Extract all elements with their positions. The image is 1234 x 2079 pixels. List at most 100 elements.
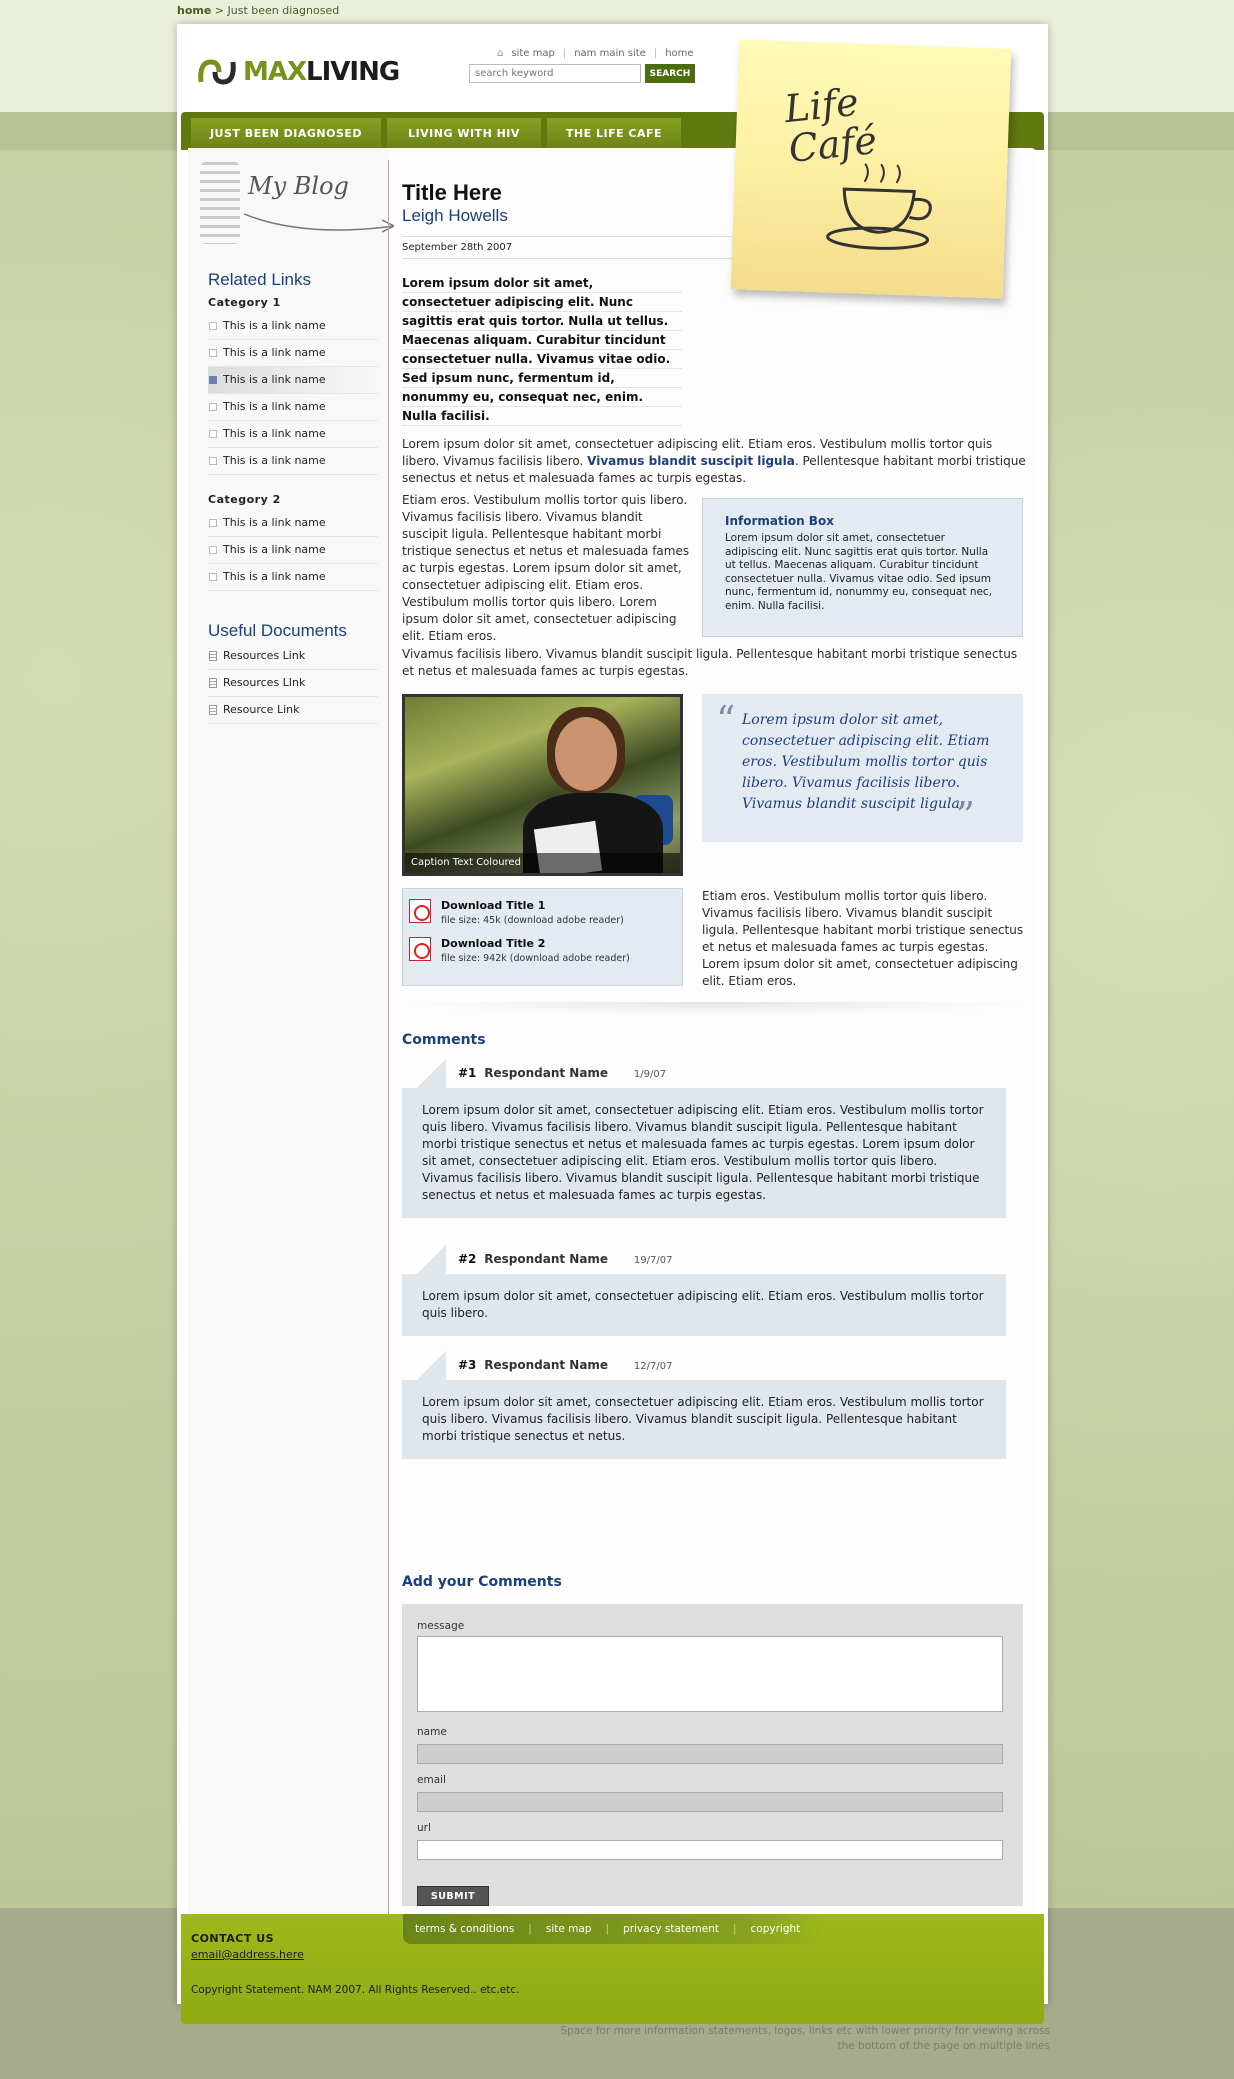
useful-documents-title: Useful Documents [208, 621, 347, 640]
article-paragraph-1: Lorem ipsum dolor sit amet, consectetuer… [402, 436, 1028, 487]
related-links-title: Related Links [208, 270, 312, 289]
pull-quote: “ Lorem ipsum dolor sit amet, consectetu… [702, 694, 1023, 842]
document-link[interactable]: Resources Link [208, 643, 378, 670]
sidebar-link-label: This is a link name [223, 319, 326, 332]
right-decoration [1050, 150, 1234, 1910]
search-input[interactable] [469, 64, 641, 83]
coffee-cup-icon [826, 163, 932, 250]
article-paragraph-2: Etiam eros. Vestibulum mollis tortor qui… [402, 493, 690, 643]
content-panel: My Blog Related Links Category 1 This is… [188, 148, 1037, 1978]
comment-author: Respondant Name [484, 1066, 609, 1080]
message-field[interactable] [417, 1636, 1003, 1712]
message-label: message [417, 1620, 465, 1632]
toplink-home[interactable]: home [665, 48, 693, 59]
bullet-icon [209, 519, 217, 527]
nav-the-life-cafe[interactable]: THE LIFE CAFE [547, 118, 681, 148]
comment-tab [418, 1244, 446, 1274]
footer-link-terms[interactable]: terms & conditions [415, 1923, 528, 1935]
breadcrumb-home[interactable]: home [177, 4, 211, 17]
category-1-title: Category 1 [208, 296, 281, 309]
search-bar: SEARCH [469, 64, 695, 83]
download-title: Download Title 1 [441, 899, 546, 912]
contact-email-link[interactable]: email@address.here [191, 1948, 304, 1961]
document-link-label: Resource Link [223, 703, 300, 716]
sidebar-link[interactable]: This is a link name [208, 564, 378, 591]
document-icon [209, 651, 217, 661]
sidebar-link-label: This is a link name [223, 400, 326, 413]
download-meta: file size: 942k (download adobe reader) [441, 953, 630, 964]
sidebar-link[interactable]: This is a link name [208, 421, 378, 448]
nav-living-with-hiv[interactable]: LIVING WITH HIV [387, 118, 541, 148]
submit-button[interactable]: SUBMIT [417, 1886, 489, 1906]
comment-meta: #3 Respondant Name 12/7/07 [458, 1358, 672, 1372]
download-item[interactable]: Download Title 2 file size: 942k (downlo… [409, 937, 676, 965]
comment-body: Lorem ipsum dolor sit amet, consectetuer… [402, 1274, 1006, 1336]
logo-max: MAX [243, 57, 307, 87]
arrow-icon [244, 213, 394, 233]
footer-separator: | [528, 1923, 532, 1935]
nav-just-been-diagnosed[interactable]: JUST BEEN DIAGNOSED [191, 118, 381, 148]
toplink-separator: | [653, 48, 658, 59]
name-field[interactable] [417, 1744, 1003, 1764]
sidebar-link[interactable]: This is a link name [208, 510, 378, 537]
comment-body: Lorem ipsum dolor sit amet, consectetuer… [402, 1088, 1006, 1218]
bullet-icon [209, 573, 217, 581]
url-label: url [417, 1822, 431, 1834]
pdf-icon [409, 899, 431, 923]
download-title: Download Title 2 [441, 937, 546, 950]
name-label: name [417, 1726, 447, 1738]
add-comment-heading: Add your Comments [402, 1574, 562, 1590]
comment-form: message name email url SUBMIT [402, 1604, 1023, 1906]
footer-link-privacy[interactable]: privacy statement [623, 1923, 733, 1935]
breadcrumb-current[interactable]: Just been diagnosed [228, 4, 340, 17]
footer-link-copyright[interactable]: copyright [751, 1923, 815, 1935]
document-link[interactable]: Resources LInk [208, 670, 378, 697]
email-field[interactable] [417, 1792, 1003, 1812]
comment-header: #3 Respondant Name 12/7/07 [402, 1350, 1006, 1380]
sidebar-link[interactable]: This is a link name [208, 313, 378, 340]
sidebar: My Blog Related Links Category 1 This is… [188, 148, 394, 1976]
toplink-nam-main-site[interactable]: nam main site [574, 48, 646, 59]
comment-tab [418, 1350, 446, 1380]
sidebar-link[interactable]: This is a link name [208, 394, 378, 421]
footer-link-site-map[interactable]: site map [546, 1923, 606, 1935]
downloads-box: Download Title 1 file size: 45k (downloa… [402, 888, 683, 986]
comment-number: #1 [458, 1066, 477, 1080]
sidebar-link-active[interactable]: This is a link name [208, 367, 378, 394]
url-field[interactable] [417, 1840, 1003, 1860]
toplink-separator: | [562, 48, 567, 59]
sticky-note-text: Life Café [782, 80, 879, 171]
sidebar-link-label: This is a link name [223, 454, 326, 467]
footer-nav: terms & conditions | site map | privacy … [403, 1914, 823, 1944]
download-item[interactable]: Download Title 1 file size: 45k (downloa… [409, 899, 676, 927]
comment-meta: #1 Respondant Name 1/9/07 [458, 1066, 666, 1080]
comment-date: 19/7/07 [633, 1255, 673, 1266]
blog-label: My Blog [248, 172, 349, 200]
search-button[interactable]: SEARCH [645, 64, 695, 83]
bullet-icon [209, 546, 217, 554]
logo[interactable]: MAXLIVING [197, 56, 400, 88]
photo-caption: Caption Text Coloured [405, 853, 680, 873]
sidebar-link[interactable]: This is a link name [208, 448, 378, 475]
article-title: Title Here [402, 180, 502, 205]
blog-header: My Blog [200, 160, 394, 248]
bullet-icon [209, 457, 217, 465]
bullet-icon [209, 376, 217, 384]
logo-text: MAXLIVING [243, 57, 400, 87]
comment-date: 12/7/07 [633, 1361, 673, 1372]
life-cafe-sticky-note[interactable]: Life Café [730, 39, 1012, 299]
article-author[interactable]: Leigh Howells [402, 206, 508, 226]
section-divider [402, 1002, 1028, 1016]
toplink-site-map[interactable]: site map [511, 48, 554, 59]
document-link[interactable]: Resource Link [208, 697, 378, 724]
document-link-label: Resources LInk [223, 676, 306, 689]
page-container: MAXLIVING ⌂ site map | nam main site | h… [177, 24, 1048, 2024]
download-meta: file size: 45k (download adobe reader) [441, 915, 624, 926]
inline-link[interactable]: Vivamus blandit suscipit ligula [587, 454, 795, 468]
related-links: Related Links Category 1 This is a link … [208, 270, 378, 724]
utility-links: ⌂ site map | nam main site | home [497, 48, 694, 59]
sidebar-link[interactable]: This is a link name [208, 537, 378, 564]
footer: terms & conditions | site map | privacy … [181, 1914, 1044, 2024]
sidebar-link[interactable]: This is a link name [208, 340, 378, 367]
contact-heading: CONTACT US [191, 1932, 275, 1945]
